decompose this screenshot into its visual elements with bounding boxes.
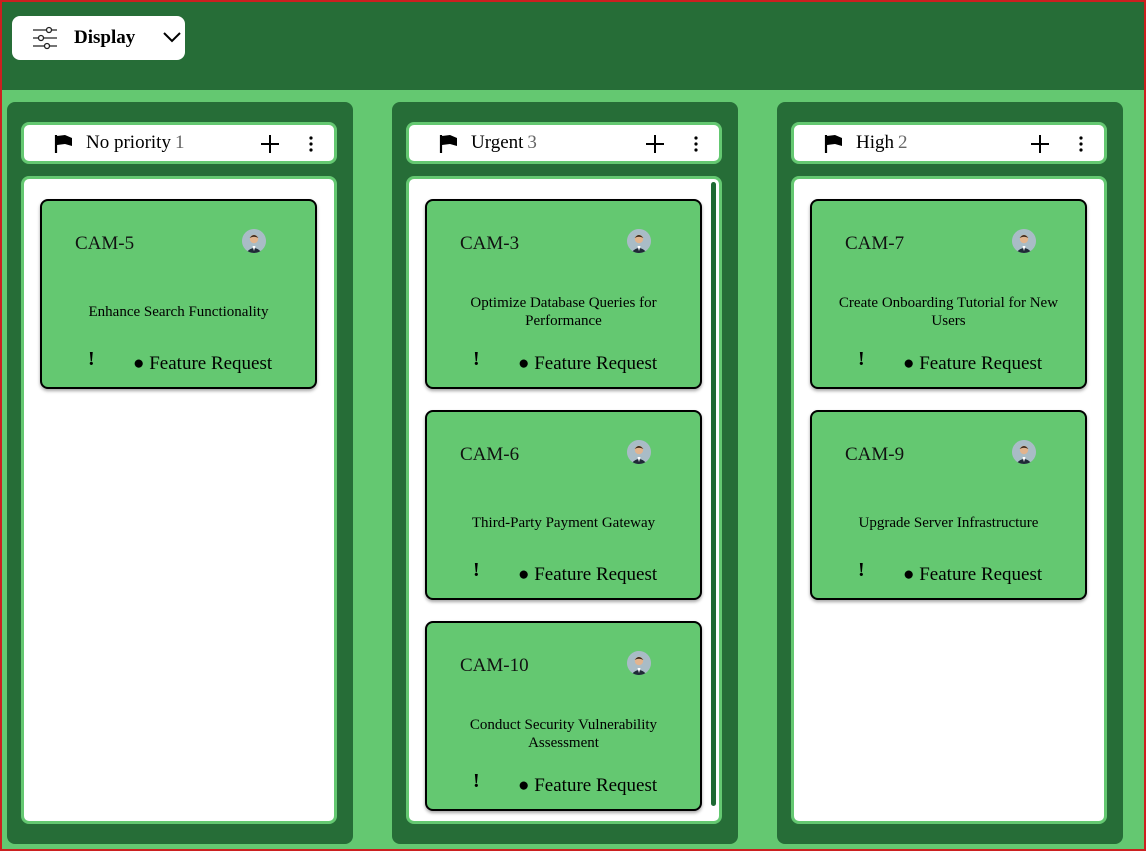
scrollbar[interactable] <box>711 182 716 806</box>
avatar-icon <box>1012 229 1036 253</box>
issue-card[interactable]: CAM-7 Create Onboarding Tutorial for New … <box>810 199 1087 389</box>
issue-card[interactable]: CAM-5 Enhance Search Functionality! ● Feat… <box>40 199 317 389</box>
column-title: High 2 <box>856 132 908 154</box>
column-body: CAM-5 Enhance Search Functionality! ● Feat… <box>21 176 337 824</box>
issue-tag: ● Feature Request <box>518 775 658 796</box>
issue-tag: ● Feature Request <box>903 564 1043 585</box>
avatar-icon <box>627 651 651 675</box>
avatar-icon <box>627 440 651 464</box>
issue-id: CAM-7 <box>845 233 905 254</box>
priority-icon: ! <box>858 559 865 581</box>
column-body: CAM-7 Create Onboarding Tutorial for New … <box>791 176 1107 824</box>
column-header: High 2 <box>791 122 1107 164</box>
column-title: Urgent 3 <box>471 132 537 154</box>
avatar <box>627 651 651 675</box>
column-header: No priority 1 <box>21 122 337 164</box>
column-title-label: Urgent <box>471 132 524 153</box>
plus-icon[interactable] <box>645 134 665 154</box>
issue-tag: ● Feature Request <box>518 564 658 585</box>
display-label: Display <box>74 27 136 48</box>
avatar <box>627 229 651 253</box>
flag-icon <box>824 135 842 153</box>
issue-card[interactable]: CAM-10 Conduct Security Vulnerability Ass… <box>425 621 702 811</box>
issue-id: CAM-10 <box>460 655 529 676</box>
priority-icon: ! <box>88 348 95 370</box>
more-vertical-icon[interactable] <box>1078 134 1084 154</box>
column-no-priority: No priority 1 CAM-5 Enhance Search Function… <box>7 102 353 844</box>
top-bar: Display <box>0 0 1146 90</box>
plus-icon[interactable] <box>260 134 280 154</box>
column-count: 2 <box>898 132 908 153</box>
issue-id: CAM-6 <box>460 444 520 465</box>
display-button[interactable]: Display <box>12 16 185 60</box>
issue-tag: ● Feature Request <box>518 353 658 374</box>
issue-title: Conduct Security Vulnerability Assessmen… <box>469 717 658 751</box>
plus-icon[interactable] <box>1030 134 1050 154</box>
issue-tag: ● Feature Request <box>133 353 273 374</box>
issue-title: Enhance Search Functionality <box>88 304 269 320</box>
issue-title: Upgrade Server Infrastructure <box>858 515 1039 531</box>
more-vertical-icon[interactable] <box>693 134 699 154</box>
avatar <box>1012 229 1036 253</box>
column-title-label: No priority <box>86 132 171 153</box>
avatar <box>242 229 266 253</box>
avatar-icon <box>627 229 651 253</box>
issue-tag: ● Feature Request <box>903 353 1043 374</box>
column-count: 1 <box>174 132 185 153</box>
issue-title: Create Onboarding Tutorial for New Users <box>838 295 1059 329</box>
issue-id: CAM-5 <box>75 233 135 254</box>
issue-id: CAM-9 <box>845 444 905 465</box>
flag-icon <box>439 135 457 153</box>
priority-icon: ! <box>473 770 480 792</box>
flag-icon <box>54 135 72 153</box>
issue-card[interactable]: CAM-3 Optimize Database Queries for Perfo… <box>425 199 702 389</box>
avatar <box>1012 440 1036 464</box>
sliders-icon <box>33 26 57 50</box>
priority-icon: ! <box>473 559 480 581</box>
column-body: CAM-3 Optimize Database Queries for Perfo… <box>406 176 722 824</box>
issue-title: Optimize Database Queries for Performanc… <box>470 295 657 329</box>
priority-icon: ! <box>473 348 480 370</box>
avatar <box>627 440 651 464</box>
avatar-icon <box>1012 440 1036 464</box>
issue-id: CAM-3 <box>460 233 520 254</box>
column-title: No priority 1 <box>86 132 184 154</box>
column-header: Urgent 3 <box>406 122 722 164</box>
column-title-label: High <box>856 132 894 153</box>
avatar-icon <box>242 229 266 253</box>
column-count: 3 <box>527 132 537 153</box>
issue-card[interactable]: CAM-6 Third-Party Payment Gateway! ● Featu… <box>425 410 702 600</box>
priority-icon: ! <box>858 348 865 370</box>
column-high: High 2 CAM-7 Create Onboarding Tutorial for… <box>777 102 1123 844</box>
chevron-down-icon <box>163 32 181 43</box>
issue-card[interactable]: CAM-9 Upgrade Server Infrastructure! ● Fea… <box>810 410 1087 600</box>
column-urgent: Urgent 3 CAM-3 Optimize Database Queries fo… <box>392 102 738 844</box>
more-vertical-icon[interactable] <box>308 134 314 154</box>
issue-title: Third-Party Payment Gateway <box>471 515 656 531</box>
